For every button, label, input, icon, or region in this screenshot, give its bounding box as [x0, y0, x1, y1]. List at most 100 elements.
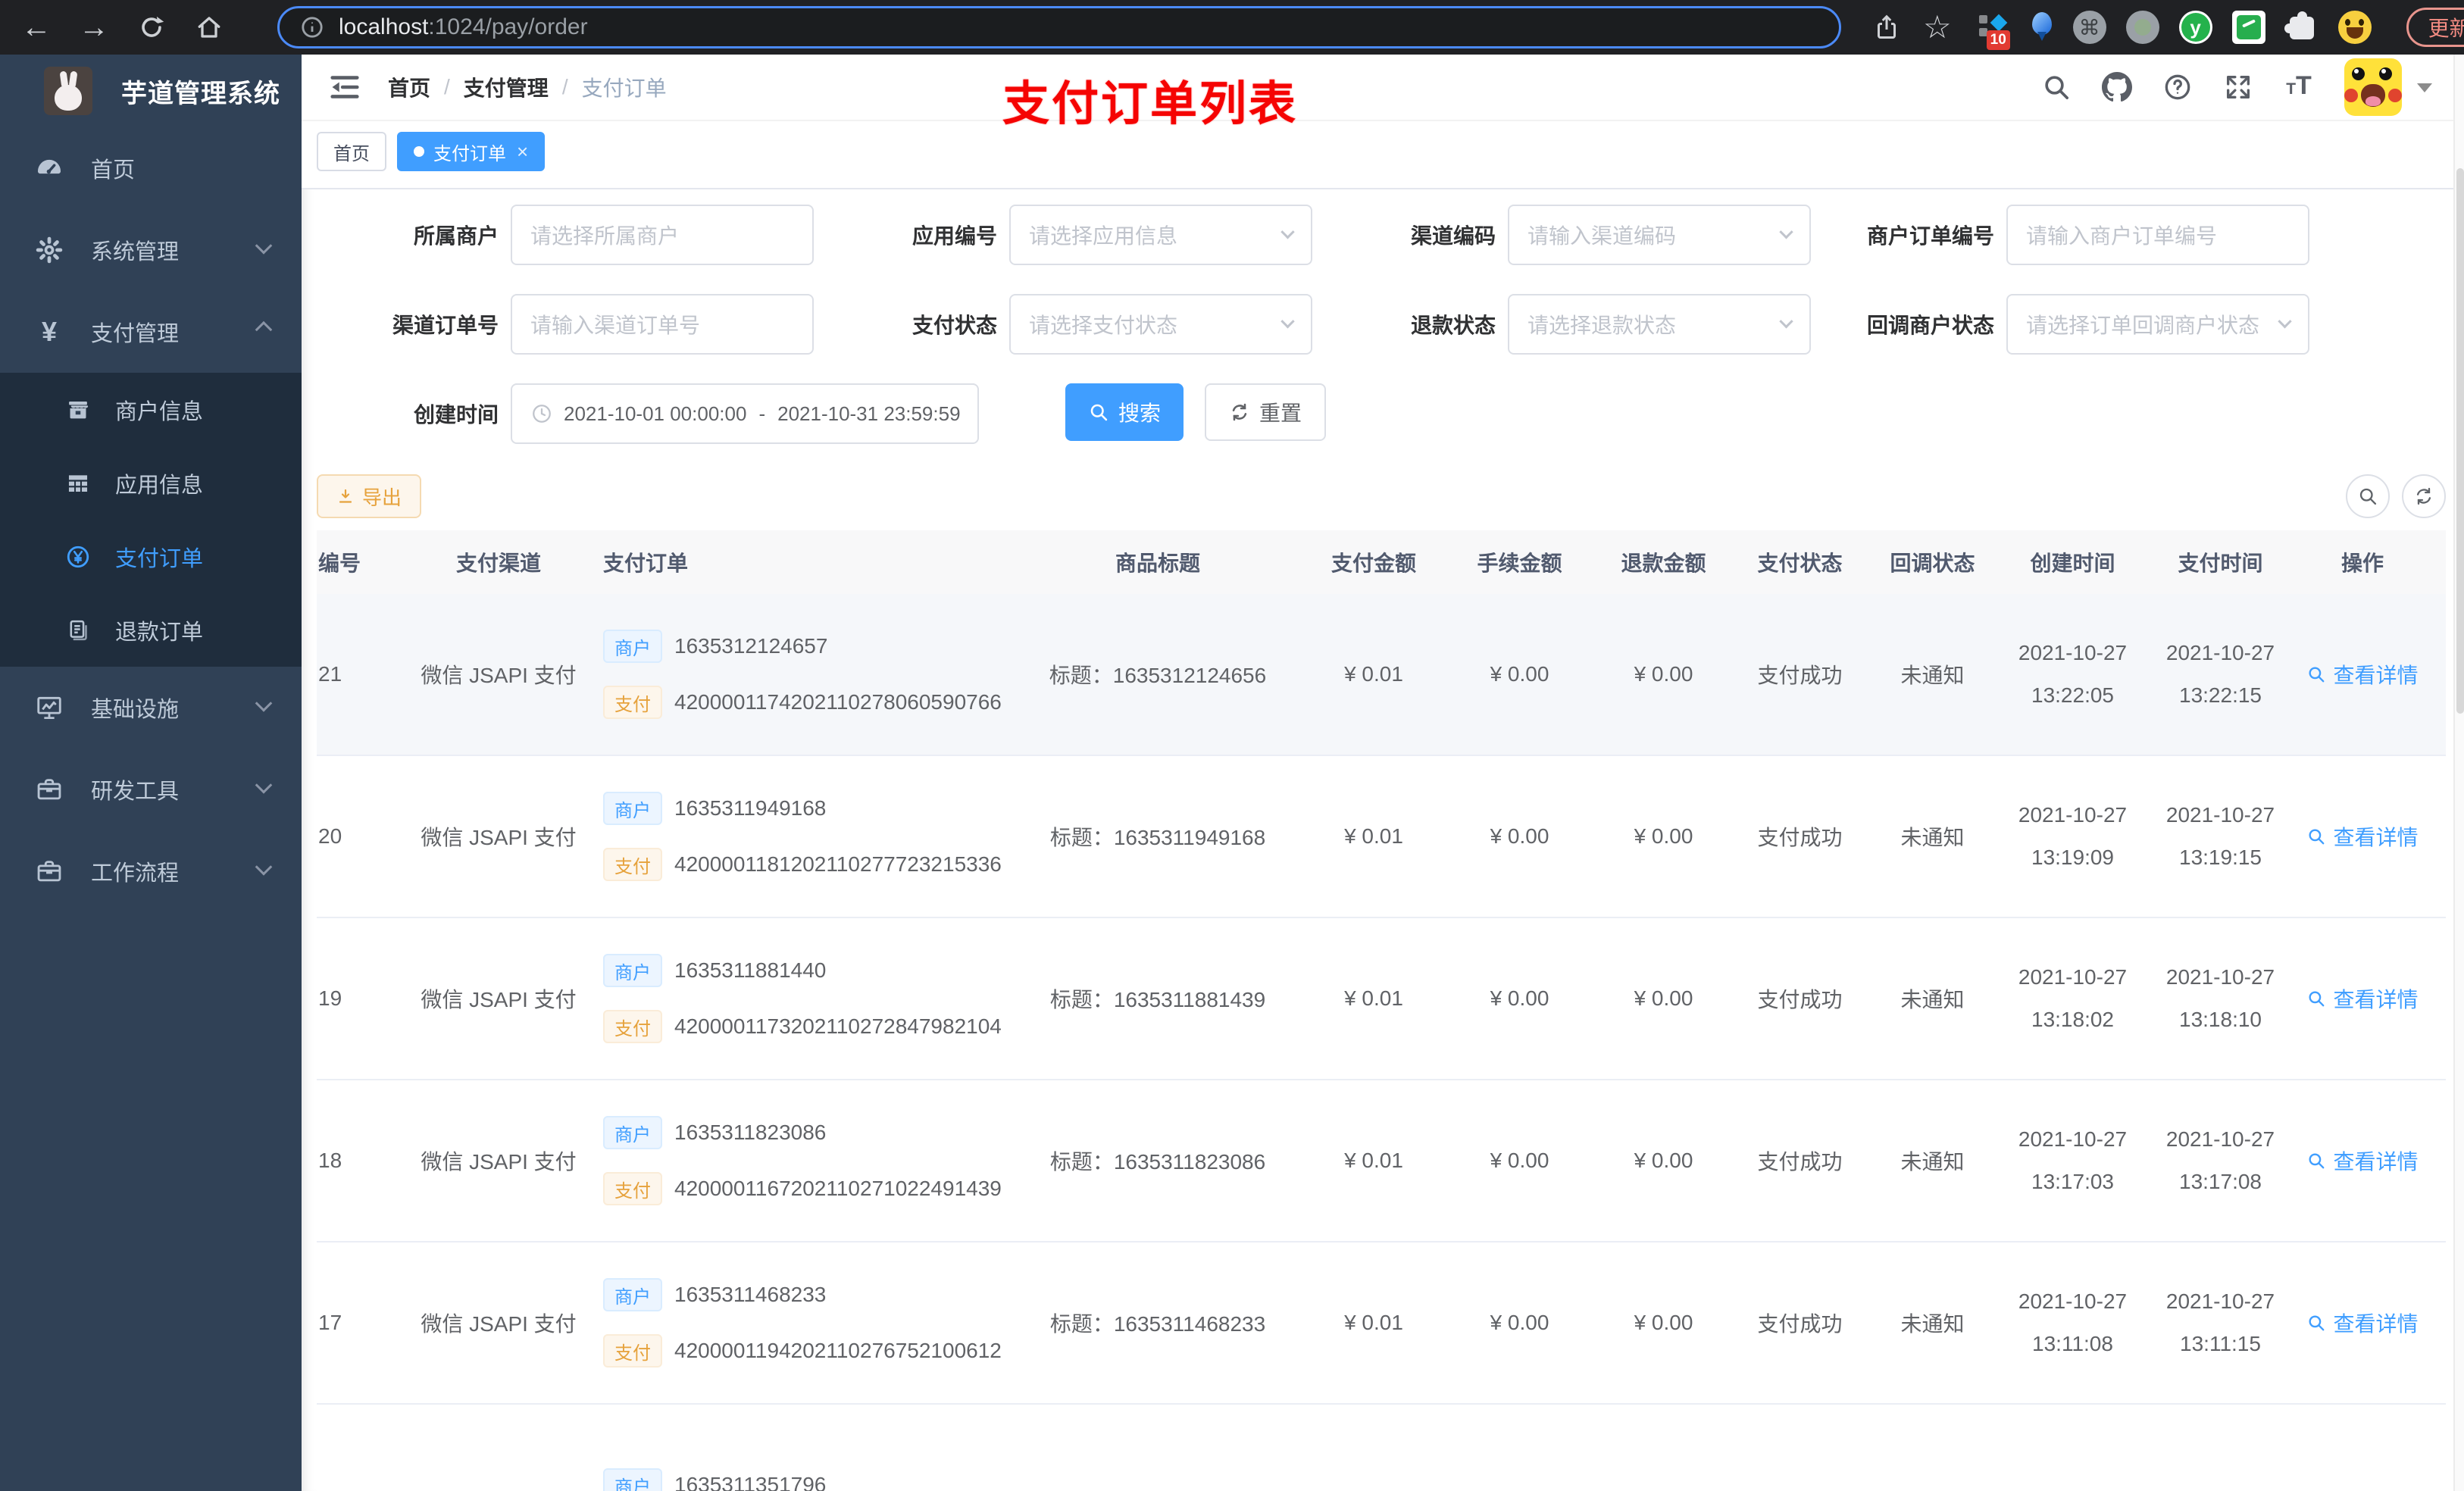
sidebar-item-研发工具[interactable]: 研发工具 [0, 749, 302, 830]
github-icon [2102, 72, 2132, 102]
share-icon[interactable] [1873, 14, 1900, 41]
view-detail-link[interactable]: 查看详情 [2306, 1308, 2419, 1338]
cell-pay-status: 支付成功 [1757, 1150, 1843, 1174]
cell-created: 2021-10-27 13:22:05 [1999, 594, 2147, 755]
address-bar[interactable]: localhost:1024/pay/order [277, 6, 1841, 48]
filter-select-渠道编码[interactable]: 请输入渠道编码 [1508, 205, 1811, 265]
home-icon[interactable] [186, 5, 232, 50]
cell-pay-status: 支付成功 [1757, 1312, 1843, 1336]
cell-action [2294, 1405, 2431, 1491]
pay-order-no: 4200001167202110271022491439 [674, 1177, 1002, 1200]
app-logo: 芋道管理系统 [0, 55, 302, 127]
recorder-extension-icon[interactable] [2125, 11, 2159, 44]
caret-down-icon[interactable] [2417, 83, 2432, 100]
column-header-支付时间: 支付时间 [2178, 552, 2263, 575]
refresh-table-button[interactable] [2402, 474, 2446, 518]
sidebar-item-首页[interactable]: 首页 [0, 127, 302, 209]
top-navbar: 首页 / 支付管理 / 支付订单 TT [302, 55, 2464, 121]
sidebar-menu: 首页系统管理 ¥ 支付管理 商户信息 应用信息 支付订单退款订单基础设施研发工具 工作流程 [0, 127, 302, 912]
view-detail-link[interactable]: 查看详情 [2306, 1146, 2419, 1176]
merchant-order-tag: 商户 [603, 1468, 662, 1491]
cell-refund [1593, 1405, 1734, 1491]
menu-item-label: 基础设施 [91, 698, 180, 722]
pay-order-no: 4200001181202110277723215336 [674, 852, 1002, 876]
view-detail-link[interactable]: 查看详情 [2306, 983, 2419, 1014]
cell-notify-status: 未通知 [1900, 664, 1965, 687]
page-scrollbar[interactable] [2453, 55, 2464, 1491]
filter-select-支付状态[interactable]: 请选择支付状态 [1009, 294, 1312, 355]
filter-input-渠道订单号[interactable]: 请输入渠道订单号 [511, 294, 814, 355]
cell-title: 标题：1635311949168 [1049, 826, 1266, 849]
column-header-退款金额: 退款金额 [1621, 552, 1706, 575]
back-icon[interactable]: ← [14, 5, 59, 50]
tab-首页[interactable]: 首页 [317, 132, 386, 171]
pay-order-tag: 支付 [603, 686, 662, 719]
date-range-input[interactable]: 2021-10-01 00:00:00 - 2021-10-31 23:59:5… [511, 383, 979, 444]
scrollbar-thumb[interactable] [2456, 168, 2464, 714]
sidebar-item-应用信息[interactable]: 应用信息 [0, 446, 302, 520]
document-icon [70, 620, 87, 640]
menu-item-label: 退款订单 [115, 620, 204, 645]
search-icon [2309, 829, 2325, 845]
chevron-down-icon [255, 237, 273, 255]
time-line: 13:11:08 [2032, 1332, 2113, 1355]
cell-refund: ¥ 0.00 [1634, 986, 1693, 1010]
filter-select-应用编号[interactable]: 请选择应用信息 [1009, 205, 1312, 265]
filter-select-退款状态[interactable]: 请选择退款状态 [1508, 294, 1811, 355]
tab-支付订单[interactable]: 支付订单 × [397, 132, 546, 171]
view-detail-link[interactable]: 查看详情 [2306, 821, 2419, 852]
bookmark-star-icon[interactable]: ☆ [1923, 11, 1952, 43]
filter-input-所属商户[interactable]: 请选择所属商户 [511, 205, 814, 265]
chat-extension-icon[interactable] [2231, 11, 2265, 44]
export-button[interactable]: 导出 [317, 474, 422, 518]
github-button[interactable] [2100, 70, 2134, 104]
breadcrumb-separator: / [444, 75, 450, 98]
view-detail-link[interactable]: 查看详情 [2306, 659, 2419, 689]
cell-paid: 2021-10-27 13:17:08 [2147, 1080, 2294, 1241]
sidebar-item-退款订单[interactable]: 退款订单 [0, 593, 302, 667]
chevron-down-icon [255, 695, 273, 712]
search-button[interactable]: 搜索 [1065, 383, 1184, 441]
filter-field: 商户订单编号 请输入商户订单编号 [1812, 205, 2311, 265]
filter-input-商户订单编号[interactable]: 请输入商户订单编号 [2006, 205, 2309, 265]
filter-field: 渠道订单号 请输入渠道订单号 [317, 294, 815, 355]
filter-select-回调商户状态[interactable]: 请选择订单回调商户状态 [2006, 294, 2309, 355]
emoji-extension-icon[interactable] [2337, 11, 2372, 44]
app-title: 芋道管理系统 [121, 79, 280, 108]
breadcrumb-item[interactable]: 首页 [388, 72, 430, 102]
collapse-sidebar-icon[interactable] [327, 70, 362, 105]
reset-button[interactable]: 重置 [1205, 383, 1327, 441]
sidebar-item-系统管理[interactable]: 系统管理 [0, 209, 302, 291]
reload-icon[interactable] [129, 5, 174, 50]
sidebar-item-支付管理[interactable]: ¥ 支付管理 [0, 291, 302, 373]
hide-search-button[interactable] [2346, 474, 2390, 518]
pay-order-tag: 支付 [603, 848, 662, 881]
extensions-puzzle-icon[interactable] [2284, 11, 2319, 44]
forward-icon[interactable]: → [71, 5, 117, 50]
sidebar-item-基础设施[interactable]: 基础设施 [0, 667, 302, 749]
fullscreen-button[interactable] [2222, 70, 2255, 104]
sidebar-item-工作流程[interactable]: 工作流程 [0, 830, 302, 912]
cell-created: 2021-10-27 13:18:02 [1999, 918, 2147, 1079]
avatar[interactable] [2344, 58, 2402, 116]
font-size-button[interactable]: TT [2282, 70, 2315, 104]
cell-amount: ¥ 0.01 [1344, 662, 1403, 686]
extension-icon[interactable]: 10 [1978, 11, 2011, 50]
browser-update-button[interactable]: 更新 [2406, 8, 2464, 47]
breadcrumb-item[interactable]: 支付管理 [464, 72, 549, 102]
command-extension-icon[interactable]: ⌘ [2072, 11, 2106, 44]
chevron-down-icon [1779, 314, 1793, 328]
question-button[interactable] [2161, 70, 2194, 104]
cell-paid: 2021-10-27 13:22:15 [2147, 594, 2294, 755]
search-button[interactable] [2040, 70, 2073, 104]
cell-amount: ¥ 0.01 [1344, 824, 1403, 848]
table-row: 20 微信 JSAPI 支付 商户 1635311949168 支付 4200001181… [317, 756, 2446, 918]
pin-extension-icon[interactable] [2031, 11, 2053, 44]
menu-item-label: 首页 [91, 158, 136, 183]
sidebar-item-支付订单[interactable]: 支付订单 [0, 520, 302, 593]
filter-row-1: 所属商户 请选择所属商户 应用编号 请选择应用信息 渠道编码 请输入渠道编码 商户订单编号 请… [317, 205, 2464, 265]
y-extension-icon[interactable]: y [2178, 11, 2212, 44]
column-header-编号: 编号 [318, 552, 361, 575]
sidebar-item-商户信息[interactable]: 商户信息 [0, 373, 302, 446]
tab-close-icon[interactable]: × [517, 140, 528, 164]
